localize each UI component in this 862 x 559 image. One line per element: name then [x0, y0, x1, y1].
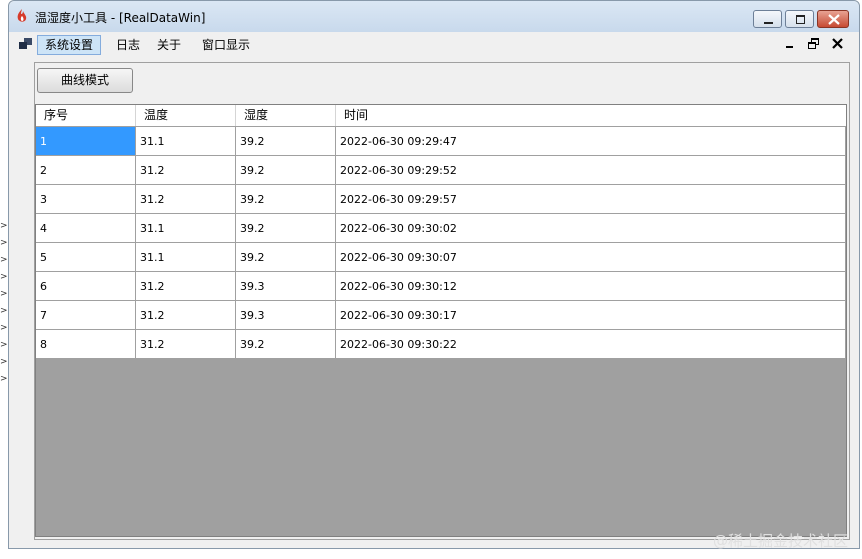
minimize-icon [764, 22, 773, 24]
cell-humidity[interactable]: 39.2 [236, 243, 336, 272]
maximize-icon [796, 15, 805, 24]
maximize-button[interactable] [785, 10, 814, 28]
strip-chevron: > [0, 374, 8, 384]
table-row[interactable]: 3 31.2 39.2 2022-06-30 09:29:57 [36, 185, 846, 214]
cell-time[interactable]: 2022-06-30 09:30:02 [336, 214, 846, 243]
cell-humidity[interactable]: 39.3 [236, 301, 336, 330]
title-bar[interactable]: 温湿度小工具 - [RealDataWin] [9, 1, 859, 32]
column-header-temperature[interactable]: 温度 [136, 105, 236, 126]
strip-chevron: > [0, 238, 8, 248]
mdi-minimize-icon[interactable] [783, 37, 797, 51]
mdi-restore-icon[interactable] [807, 37, 821, 51]
watermark-text: @稀土掘金技术社区 [712, 532, 848, 550]
table-row[interactable]: 5 31.1 39.2 2022-06-30 09:30:07 [36, 243, 846, 272]
cell-time[interactable]: 2022-06-30 09:30:17 [336, 301, 846, 330]
close-icon [828, 14, 840, 25]
menu-bar: 系统设置 日志 关于 窗口显示 [9, 32, 859, 57]
cell-temperature[interactable]: 31.1 [136, 214, 236, 243]
menu-system-settings[interactable]: 系统设置 [37, 35, 102, 55]
cell-humidity[interactable]: 39.2 [236, 214, 336, 243]
cell-time[interactable]: 2022-06-30 09:30:12 [336, 272, 846, 301]
strip-chevron: > [0, 357, 8, 367]
strip-chevron: > [0, 289, 8, 299]
cell-time[interactable]: 2022-06-30 09:30:22 [336, 330, 846, 359]
cell-humidity[interactable]: 39.3 [236, 272, 336, 301]
cell-humidity[interactable]: 39.2 [236, 127, 336, 156]
cell-time[interactable]: 2022-06-30 09:30:07 [336, 243, 846, 272]
table-row[interactable]: 8 31.2 39.2 2022-06-30 09:30:22 [36, 330, 846, 359]
app-window: 温湿度小工具 - [RealDataWin] 系统设置 日志 关于 窗口显示 曲… [8, 0, 860, 549]
minimize-button[interactable] [753, 10, 782, 28]
cell-temperature[interactable]: 31.1 [136, 243, 236, 272]
cell-temperature[interactable]: 31.2 [136, 156, 236, 185]
strip-chevron: > [0, 272, 8, 282]
close-button[interactable] [817, 10, 849, 28]
cell-index[interactable]: 5 [36, 243, 136, 272]
mdi-close-icon[interactable] [831, 37, 845, 51]
cell-index[interactable]: 1 [36, 127, 136, 156]
table-row[interactable]: 4 31.1 39.2 2022-06-30 09:30:02 [36, 214, 846, 243]
table-row[interactable]: 1 31.1 39.2 2022-06-30 09:29:47 [36, 127, 846, 156]
cell-time[interactable]: 2022-06-30 09:29:57 [336, 185, 846, 214]
strip-chevron: > [0, 340, 8, 350]
column-header-humidity[interactable]: 湿度 [236, 105, 336, 126]
cell-time[interactable]: 2022-06-30 09:29:52 [336, 156, 846, 185]
mdi-child-window-icon[interactable] [19, 38, 33, 50]
cell-humidity[interactable]: 39.2 [236, 156, 336, 185]
table-row[interactable]: 6 31.2 39.3 2022-06-30 09:30:12 [36, 272, 846, 301]
grid-header: 序号 温度 湿度 时间 [36, 105, 846, 127]
column-header-time[interactable]: 时间 [336, 105, 846, 126]
cell-index[interactable]: 8 [36, 330, 136, 359]
cell-temperature[interactable]: 31.1 [136, 127, 236, 156]
cell-index[interactable]: 7 [36, 301, 136, 330]
window-title: 温湿度小工具 - [RealDataWin] [35, 11, 206, 25]
strip-chevron: > [0, 306, 8, 316]
cell-temperature[interactable]: 31.2 [136, 272, 236, 301]
data-grid[interactable]: 序号 温度 湿度 时间 1 31.1 39.2 2022-06-30 09:29… [35, 104, 847, 537]
app-flame-icon [17, 9, 27, 22]
column-header-index[interactable]: 序号 [36, 105, 136, 126]
cell-humidity[interactable]: 39.2 [236, 185, 336, 214]
cell-index[interactable]: 2 [36, 156, 136, 185]
strip-chevron: > [0, 323, 8, 333]
cell-index[interactable]: 4 [36, 214, 136, 243]
cell-index[interactable]: 6 [36, 272, 136, 301]
table-row[interactable]: 7 31.2 39.3 2022-06-30 09:30:17 [36, 301, 846, 330]
cell-index[interactable]: 3 [36, 185, 136, 214]
cell-temperature[interactable]: 31.2 [136, 301, 236, 330]
table-row[interactable]: 2 31.2 39.2 2022-06-30 09:29:52 [36, 156, 846, 185]
cell-temperature[interactable]: 31.2 [136, 330, 236, 359]
menu-about[interactable]: 关于 [150, 35, 188, 55]
strip-chevron: > [0, 221, 8, 231]
menu-log[interactable]: 日志 [109, 35, 147, 55]
curve-mode-button[interactable]: 曲线模式 [37, 68, 133, 93]
cell-time[interactable]: 2022-06-30 09:29:47 [336, 127, 846, 156]
cell-humidity[interactable]: 39.2 [236, 330, 336, 359]
mdi-client: 系统设置 日志 关于 窗口显示 曲线模式 序号 温度 湿度 时间 1 31.1 [9, 32, 859, 548]
menu-window-display[interactable]: 窗口显示 [195, 35, 257, 55]
cell-temperature[interactable]: 31.2 [136, 185, 236, 214]
strip-chevron: > [0, 255, 8, 265]
realdata-child-window: 曲线模式 序号 温度 湿度 时间 1 31.1 39.2 2022-06-30 … [34, 62, 850, 540]
